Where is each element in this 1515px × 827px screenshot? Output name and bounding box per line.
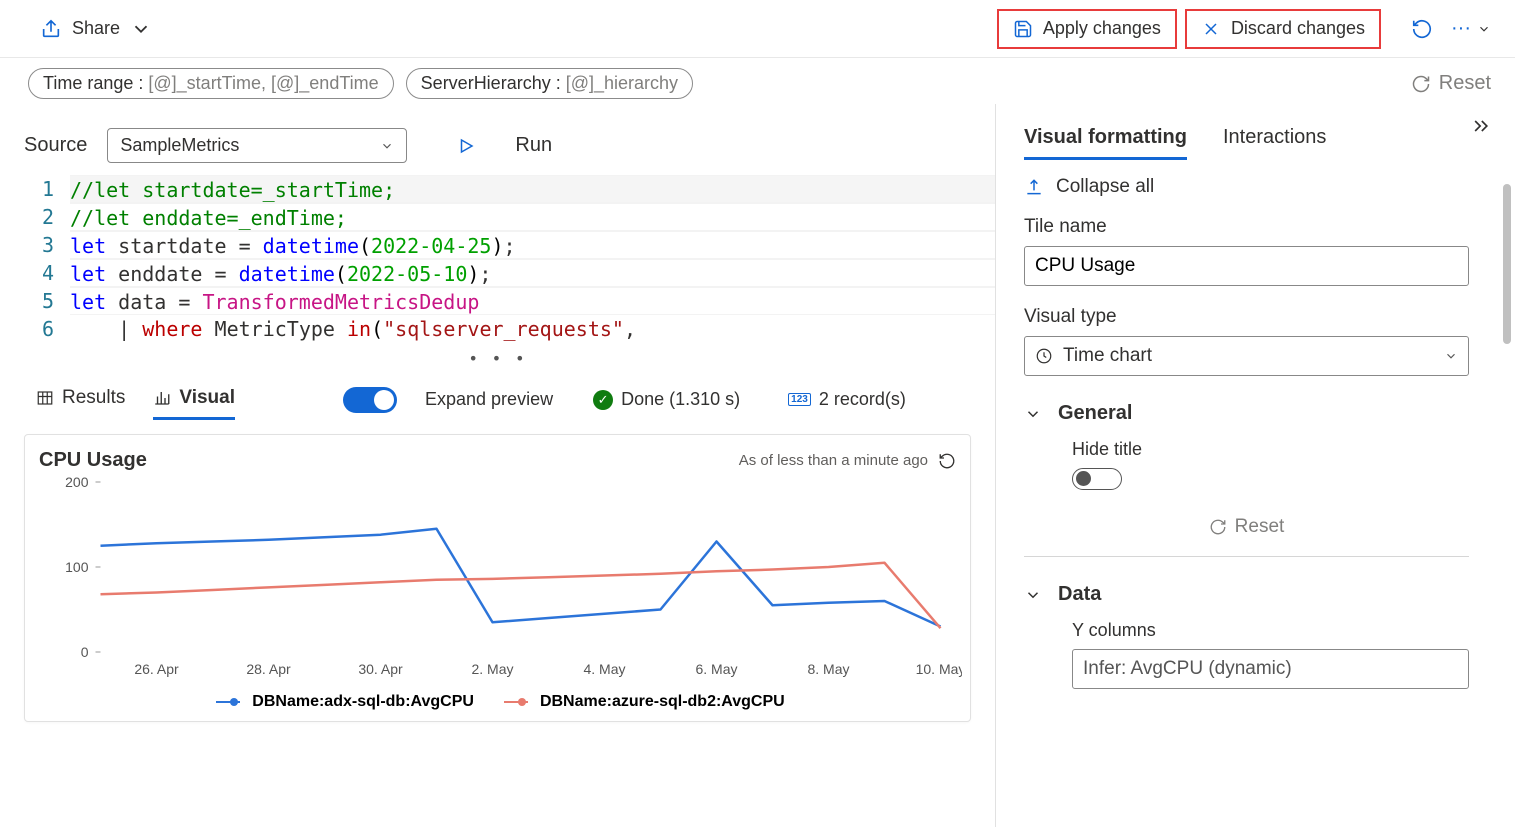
gutter: 1 2 3 4 5 6 <box>0 175 70 343</box>
table-icon <box>36 389 54 407</box>
chart-card: CPU Usage As of less than a minute ago 0… <box>24 434 971 722</box>
svg-text:8. May: 8. May <box>807 661 849 677</box>
reset-icon <box>1411 74 1431 94</box>
close-icon <box>1201 19 1221 39</box>
reset-icon <box>1209 518 1227 536</box>
chevron-down-icon <box>380 139 394 153</box>
tab-visual[interactable]: Visual <box>153 379 235 420</box>
filter-row: Time range : [@]_startTime, [@]_endTime … <box>0 58 1515 104</box>
visual-type-select[interactable]: Time chart <box>1024 336 1469 376</box>
run-label: Run <box>515 134 552 157</box>
section-general[interactable]: General <box>1024 402 1469 425</box>
scrollbar[interactable] <box>1501 184 1511 524</box>
source-row: Source SampleMetrics Run <box>0 104 995 175</box>
refresh-icon <box>1411 18 1433 40</box>
refresh-button[interactable] <box>1403 10 1441 48</box>
section-data[interactable]: Data <box>1024 583 1469 606</box>
collapse-icon <box>1024 177 1044 197</box>
visual-type-label: Visual type <box>1024 306 1469 328</box>
hide-title-toggle[interactable] <box>1072 468 1122 490</box>
legend-item[interactable]: DBName:adx-sql-db:AvgCPU <box>216 693 474 711</box>
chart-meta: As of less than a minute ago <box>739 452 928 469</box>
right-pane: Visual formatting Interactions Collapse … <box>995 104 1515 827</box>
share-label: Share <box>72 18 120 39</box>
chart-icon <box>153 389 171 407</box>
save-icon <box>1013 19 1033 39</box>
reset-label: Reset <box>1439 72 1491 95</box>
svg-text:28. Apr: 28. Apr <box>246 661 291 677</box>
filter-server-hierarchy[interactable]: ServerHierarchy : [@]_hierarchy <box>406 68 693 99</box>
apply-label: Apply changes <box>1043 18 1161 39</box>
svg-text:30. Apr: 30. Apr <box>358 661 403 677</box>
legend-item[interactable]: DBName:azure-sql-db2:AvgCPU <box>504 693 785 711</box>
share-button[interactable]: Share <box>40 18 152 40</box>
chevron-down-icon <box>1444 349 1458 363</box>
clock-icon <box>1035 347 1053 365</box>
apply-changes-button[interactable]: Apply changes <box>997 9 1177 49</box>
run-button[interactable]: Run <box>457 134 552 157</box>
collapse-all-button[interactable]: Collapse all <box>1024 176 1469 216</box>
source-label: Source <box>24 134 87 157</box>
reset-filters-button[interactable]: Reset <box>1411 72 1491 95</box>
reset-section-button[interactable]: Reset <box>1024 516 1469 538</box>
svg-text:10. May: 10. May <box>916 661 962 677</box>
svg-text:6. May: 6. May <box>695 661 737 677</box>
expand-panel-icon[interactable] <box>1471 116 1491 136</box>
expand-preview-toggle[interactable] <box>343 387 397 413</box>
tab-visual-formatting[interactable]: Visual formatting <box>1024 118 1187 160</box>
hide-title-label: Hide title <box>1072 439 1469 460</box>
filter-time-range[interactable]: Time range : [@]_startTime, [@]_endTime <box>28 68 394 99</box>
chevron-down-icon <box>130 18 152 40</box>
record-count: 123 2 record(s) <box>788 389 906 410</box>
chevron-down-icon <box>1477 22 1491 36</box>
status-done: ✓ Done (1.310 s) <box>593 389 740 410</box>
refresh-icon[interactable] <box>938 452 956 470</box>
filter-label: ServerHierarchy : <box>421 73 561 94</box>
more-button[interactable]: ··· <box>1441 17 1491 40</box>
tab-interactions[interactable]: Interactions <box>1223 118 1326 160</box>
play-icon <box>457 137 475 155</box>
svg-text:4. May: 4. May <box>583 661 625 677</box>
svg-text:26. Apr: 26. Apr <box>134 661 179 677</box>
expand-label: Expand preview <box>425 389 553 410</box>
svg-text:0: 0 <box>81 644 89 660</box>
svg-text:100: 100 <box>65 559 89 575</box>
chevron-down-icon <box>1024 405 1042 423</box>
share-icon <box>40 18 62 40</box>
left-pane: Source SampleMetrics Run 1 2 3 4 5 6 <box>0 104 995 827</box>
code-editor[interactable]: 1 2 3 4 5 6 //let startdate=_startTime; … <box>0 175 995 373</box>
tab-results[interactable]: Results <box>36 379 125 420</box>
y-columns-label: Y columns <box>1072 620 1469 641</box>
discard-label: Discard changes <box>1231 18 1365 39</box>
filter-label: Time range : <box>43 73 143 94</box>
code[interactable]: //let startdate=_startTime; //let enddat… <box>70 175 995 343</box>
tile-name-input[interactable] <box>1024 246 1469 286</box>
check-icon: ✓ <box>593 390 613 410</box>
y-columns-select[interactable]: Infer: AvgCPU (dynamic) <box>1072 649 1469 689</box>
top-toolbar: Share Apply changes Discard changes ··· <box>0 0 1515 58</box>
chart-legend: DBName:adx-sql-db:AvgCPU DBName:azure-sq… <box>39 685 962 711</box>
chevron-down-icon <box>1024 586 1042 604</box>
chart-title: CPU Usage <box>39 449 147 472</box>
ellipsis-icon: ··· <box>1451 17 1471 40</box>
svg-text:200: 200 <box>65 474 89 490</box>
time-chart[interactable]: 0 100 200 26. Apr 28. Apr 30. Apr 2. May 4. May… <box>39 472 962 682</box>
discard-changes-button[interactable]: Discard changes <box>1185 9 1381 49</box>
number-badge-icon: 123 <box>788 393 811 406</box>
svg-text:2. May: 2. May <box>471 661 513 677</box>
source-dropdown[interactable]: SampleMetrics <box>107 128 407 163</box>
tile-name-label: Tile name <box>1024 216 1469 238</box>
result-tabs: Results Visual Expand preview ✓ Done (1.… <box>0 373 995 420</box>
resize-grip[interactable]: • • • <box>0 345 995 373</box>
source-selected: SampleMetrics <box>120 135 239 156</box>
